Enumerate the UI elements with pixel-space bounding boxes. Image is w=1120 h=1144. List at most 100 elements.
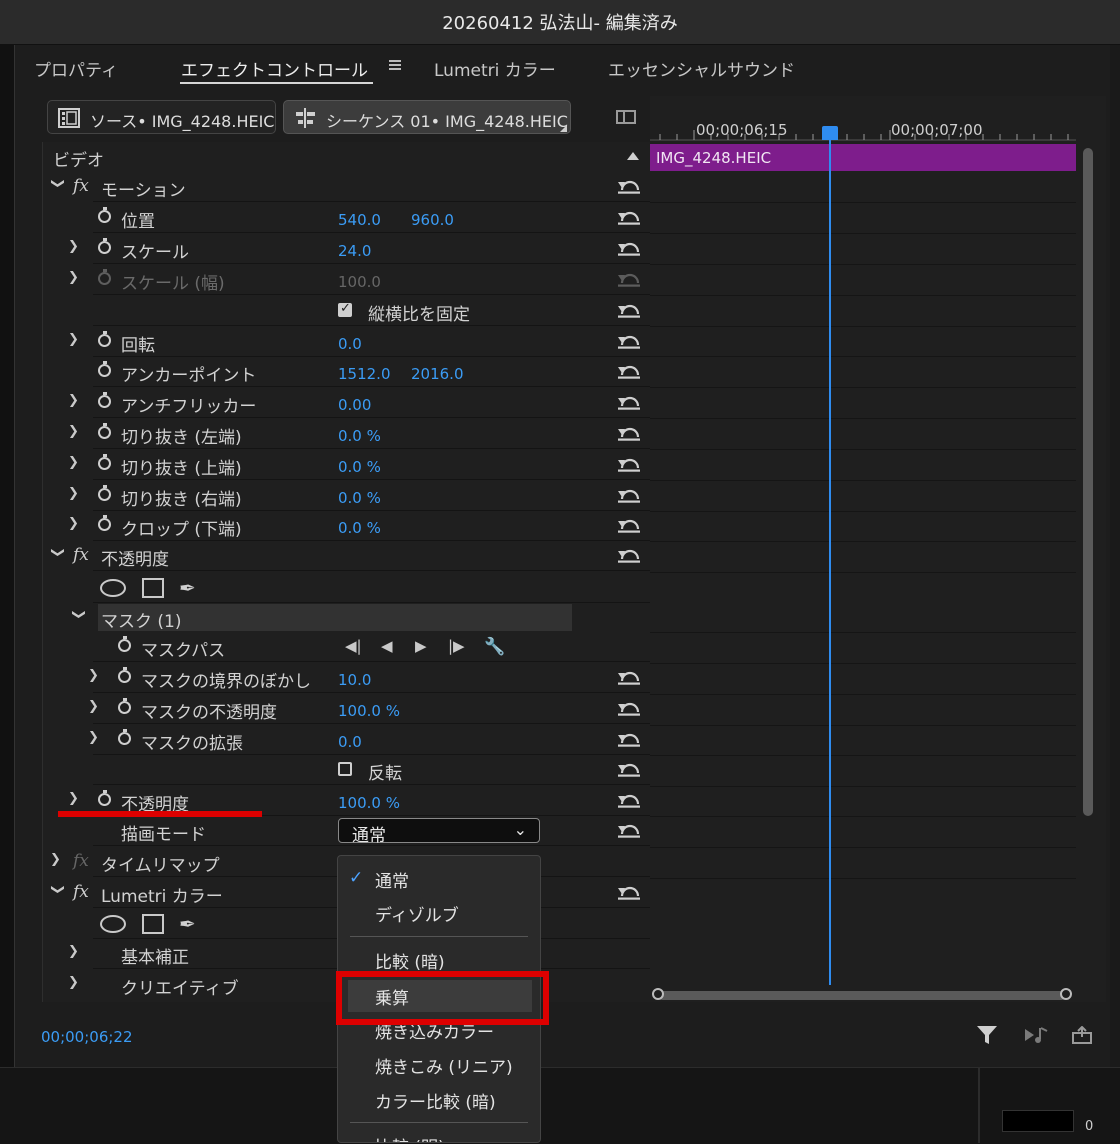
blend-mode-select[interactable]: 通常 ⌄	[338, 818, 540, 846]
position-y-value[interactable]: 960.0	[411, 211, 454, 229]
stopwatch-icon[interactable]	[98, 361, 111, 377]
pen-mask-icon[interactable]: ✒	[179, 912, 196, 936]
chevron-right-icon[interactable]: ❯	[68, 425, 82, 439]
reset-icon[interactable]	[617, 394, 641, 410]
dropdown-item[interactable]: カラー比較 (暗)	[375, 1088, 496, 1113]
chevron-right-icon[interactable]: ❯	[68, 333, 82, 347]
pen-mask-icon[interactable]: ✒	[179, 576, 196, 600]
antiflicker-value[interactable]: 0.00	[338, 396, 371, 414]
wrench-icon[interactable]: 🔧	[484, 637, 505, 657]
chevron-right-icon[interactable]: ❯	[88, 700, 102, 714]
reset-icon[interactable]	[617, 884, 641, 900]
chevron-right-icon[interactable]: ❯	[68, 240, 82, 254]
vertical-scrollbar[interactable]	[1083, 148, 1093, 816]
zoom-start-handle[interactable]	[652, 988, 664, 1000]
reset-icon[interactable]	[617, 302, 641, 318]
mask-expansion-value[interactable]: 0.0	[338, 733, 362, 751]
ellipse-mask-icon[interactable]	[100, 579, 126, 597]
stopwatch-icon[interactable]	[98, 331, 111, 347]
stopwatch-icon[interactable]	[118, 729, 131, 745]
track-forward-icon[interactable]: ▶	[415, 637, 427, 655]
stopwatch-icon[interactable]	[118, 667, 131, 683]
motion-row[interactable]: ❯ fx モーション	[43, 172, 650, 202]
panel-menu-icon[interactable]	[389, 60, 401, 70]
reset-icon[interactable]	[617, 731, 641, 747]
rotation-value[interactable]: 0.0	[338, 335, 362, 353]
dropdown-item[interactable]: 比較 (明)	[375, 1133, 445, 1142]
track-previous-frame-icon[interactable]: ◀|	[345, 637, 362, 655]
stopwatch-icon[interactable]	[118, 636, 131, 652]
stopwatch-icon[interactable]	[118, 698, 131, 714]
stopwatch-icon[interactable]	[98, 790, 111, 806]
chevron-right-icon[interactable]: ❯	[68, 792, 82, 806]
source-clip-button[interactable]: ソース• IMG_4248.HEIC	[47, 100, 276, 134]
timeline-clip[interactable]: IMG_4248.HEIC	[650, 144, 1076, 171]
chevron-right-icon[interactable]: ❯	[68, 976, 82, 990]
dropdown-item[interactable]: 通常	[375, 867, 409, 892]
dropdown-item[interactable]: 比較 (暗)	[375, 948, 445, 973]
tab-effect-controls[interactable]: エフェクトコントロール	[181, 56, 368, 81]
chevron-right-icon[interactable]: ❯	[68, 456, 82, 470]
ellipse-mask-icon[interactable]	[100, 915, 126, 933]
tab-properties[interactable]: プロパティ	[34, 56, 118, 81]
show-timeline-toggle-icon[interactable]	[616, 110, 636, 124]
stopwatch-icon[interactable]	[98, 485, 111, 501]
playhead-handle[interactable]	[822, 126, 838, 140]
reset-icon[interactable]	[617, 333, 641, 349]
chevron-down-icon[interactable]: ❯	[71, 609, 86, 623]
reset-icon[interactable]	[617, 669, 641, 685]
rectangle-mask-icon[interactable]	[142, 578, 164, 598]
crop-right-value[interactable]: 0.0 %	[338, 489, 381, 507]
mask-opacity-value[interactable]: 100.0 %	[338, 702, 400, 720]
opacity-value[interactable]: 100.0 %	[338, 794, 400, 812]
zoom-scrollbar[interactable]	[652, 988, 1072, 1000]
reset-icon[interactable]	[617, 178, 641, 194]
sequence-clip-button[interactable]: シーケンス 01• IMG_4248.HEIC	[283, 100, 571, 134]
reset-icon[interactable]	[617, 363, 641, 379]
tab-lumetri-color[interactable]: Lumetri カラー	[434, 56, 556, 81]
uniform-scale-checkbox[interactable]	[338, 301, 352, 317]
chevron-right-icon[interactable]: ❯	[68, 487, 82, 501]
play-audio-icon[interactable]	[1024, 1026, 1048, 1044]
zoom-end-handle[interactable]	[1060, 988, 1072, 1000]
crop-left-value[interactable]: 0.0 %	[338, 427, 381, 445]
chevron-right-icon[interactable]: ❯	[68, 394, 82, 408]
chevron-right-icon[interactable]: ❯	[68, 517, 82, 531]
inverted-checkbox[interactable]	[338, 762, 352, 776]
tab-essential-sound[interactable]: エッセンシャルサウンド	[608, 56, 795, 81]
reset-icon[interactable]	[617, 487, 641, 503]
export-icon[interactable]	[1072, 1026, 1092, 1044]
chevron-right-icon[interactable]: ❯	[50, 853, 64, 867]
fx-icon[interactable]: fx	[73, 545, 89, 565]
stopwatch-icon[interactable]	[98, 454, 111, 470]
crop-bottom-value[interactable]: 0.0 %	[338, 519, 381, 537]
chevron-down-icon[interactable]: ❯	[50, 547, 65, 561]
reset-icon[interactable]	[617, 822, 641, 838]
fx-icon[interactable]: fx	[73, 176, 89, 196]
reset-icon[interactable]	[617, 761, 641, 777]
reset-icon[interactable]	[617, 425, 641, 441]
rectangle-mask-icon[interactable]	[142, 914, 164, 934]
playhead-line[interactable]	[829, 130, 831, 985]
crop-top-value[interactable]: 0.0 %	[338, 458, 381, 476]
dropdown-item[interactable]: 焼きこみ (リニア)	[375, 1053, 513, 1078]
position-x-value[interactable]: 540.0	[338, 211, 381, 229]
video-section-header[interactable]: ビデオ	[42, 142, 649, 171]
opacity-effect-row[interactable]: ❯ fx 不透明度	[43, 541, 650, 571]
filter-icon[interactable]	[976, 1024, 998, 1046]
current-timecode[interactable]: 00;00;06;22	[41, 1028, 133, 1046]
dropdown-item[interactable]: ディゾルブ	[375, 901, 459, 926]
stopwatch-icon[interactable]	[98, 238, 111, 254]
stopwatch-icon[interactable]	[98, 515, 111, 531]
stopwatch-icon[interactable]	[98, 392, 111, 408]
reset-icon[interactable]	[617, 547, 641, 563]
chevron-down-icon[interactable]: ❯	[50, 884, 65, 898]
stopwatch-icon[interactable]	[98, 423, 111, 439]
chevron-down-icon[interactable]: ❯	[50, 178, 65, 192]
anchor-y-value[interactable]: 2016.0	[411, 365, 464, 383]
scale-value[interactable]: 24.0	[338, 242, 371, 260]
reset-icon[interactable]	[617, 792, 641, 808]
reset-icon[interactable]	[617, 240, 641, 256]
collapse-up-icon[interactable]	[627, 152, 639, 160]
reset-icon[interactable]	[617, 517, 641, 533]
